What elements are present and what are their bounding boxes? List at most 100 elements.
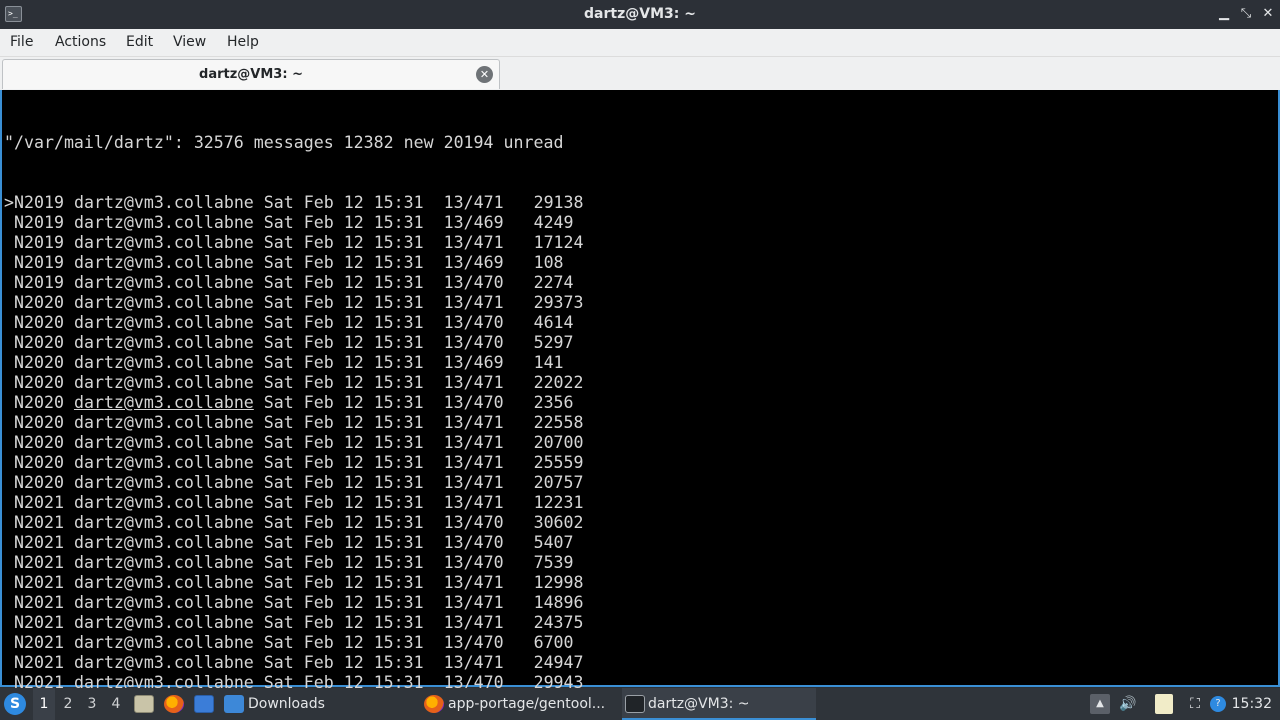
mail-row: N2019 dartz@vm3.collabne Sat Feb 12 15:3…: [4, 213, 584, 233]
minimize-button[interactable]: ▁: [1214, 4, 1234, 24]
row-size: 13/469: [443, 253, 504, 272]
maximize-button[interactable]: ⤡: [1236, 4, 1256, 24]
row-size: 13/471: [443, 573, 504, 592]
row-number: 2020: [24, 353, 64, 372]
workspace-2[interactable]: 2: [57, 688, 79, 720]
app-launcher-icon[interactable]: S: [4, 693, 26, 715]
task-firefox[interactable]: app-portage/gentool...: [424, 688, 614, 720]
row-number: 2019: [24, 193, 64, 212]
menu-actions[interactable]: Actions: [55, 34, 106, 50]
desktop-quicklaunch-icon[interactable]: [194, 695, 214, 713]
clipboard-icon[interactable]: [1155, 694, 1173, 714]
row-marker: [4, 313, 14, 332]
window-title: dartz@VM3: ~: [584, 6, 696, 22]
row-size: 13/470: [443, 393, 504, 412]
terminal-icon: [625, 695, 645, 713]
row-from: dartz@vm3.collabne: [73, 533, 254, 552]
row-number: 2019: [24, 233, 64, 252]
row-date: Sat Feb 12 15:31: [263, 253, 424, 272]
row-number: 2020: [24, 433, 64, 452]
row-subject: 4249: [533, 213, 574, 232]
row-from: dartz@vm3.collabne: [73, 553, 254, 572]
firefox-quicklaunch-icon[interactable]: [164, 695, 184, 713]
row-number: 2021: [24, 613, 64, 632]
row-status: N: [14, 433, 24, 452]
workspace-4[interactable]: 4: [105, 688, 127, 720]
workspace-1[interactable]: 1: [33, 688, 55, 720]
mail-row: N2019 dartz@vm3.collabne Sat Feb 12 15:3…: [4, 233, 584, 253]
menu-view[interactable]: View: [173, 34, 206, 50]
mail-row: N2021 dartz@vm3.collabne Sat Feb 12 15:3…: [4, 493, 584, 513]
file-manager-quicklaunch-icon[interactable]: [134, 695, 154, 713]
row-number: 2021: [24, 533, 64, 552]
mail-row: N2021 dartz@vm3.collabne Sat Feb 12 15:3…: [4, 553, 584, 573]
volume-icon[interactable]: 🔊: [1118, 694, 1138, 714]
row-marker: [4, 533, 14, 552]
menu-file[interactable]: File: [10, 34, 33, 50]
row-size: 13/471: [443, 593, 504, 612]
row-subject: 20700: [533, 433, 584, 452]
row-from: dartz@vm3.collabne: [73, 313, 254, 332]
row-date: Sat Feb 12 15:31: [263, 353, 424, 372]
row-status: N: [14, 513, 24, 532]
row-subject: 5407: [533, 533, 574, 552]
row-status: N: [14, 353, 24, 372]
row-size: 13/469: [443, 353, 504, 372]
clock[interactable]: 15:32: [1232, 688, 1272, 720]
row-subject: 4614: [533, 313, 574, 332]
row-status: N: [14, 213, 24, 232]
terminal-view[interactable]: "/var/mail/dartz": 32576 messages 12382 …: [0, 90, 1280, 720]
task-terminal[interactable]: dartz@VM3: ~: [622, 688, 816, 720]
row-size: 13/470: [443, 333, 504, 352]
row-number: 2021: [24, 633, 64, 652]
mail-row: N2021 dartz@vm3.collabne Sat Feb 12 15:3…: [4, 573, 584, 593]
row-number: 2021: [24, 493, 64, 512]
task-label: dartz@VM3: ~: [648, 696, 750, 712]
menu-bar: File Actions Edit View Help: [0, 29, 1280, 57]
terminal-tab[interactable]: dartz@VM3: ~ ✕: [2, 59, 500, 89]
tab-close-icon[interactable]: ✕: [476, 66, 493, 83]
row-status: N: [14, 593, 24, 612]
row-from: dartz@vm3.collabne: [73, 433, 254, 452]
row-date: Sat Feb 12 15:31: [263, 293, 424, 312]
row-subject: 7539: [533, 553, 574, 572]
tab-label: dartz@VM3: ~: [199, 67, 303, 82]
network-icon[interactable]: ⛶: [1185, 694, 1205, 714]
menu-help[interactable]: Help: [227, 34, 259, 50]
row-date: Sat Feb 12 15:31: [263, 513, 424, 532]
row-from: dartz@vm3.collabne: [73, 213, 254, 232]
close-window-button[interactable]: ✕: [1258, 4, 1278, 24]
window-titlebar[interactable]: >_ dartz@VM3: ~ ▁ ⤡ ✕: [0, 0, 1280, 29]
row-subject: 14896: [533, 593, 584, 612]
taskbar: S 1 2 3 4 Downloads app-portage/gentool.…: [0, 688, 1280, 720]
row-subject: 29138: [533, 193, 584, 212]
row-marker: [4, 433, 14, 452]
row-date: Sat Feb 12 15:31: [263, 613, 424, 632]
row-size: 13/470: [443, 513, 504, 532]
mail-row: N2021 dartz@vm3.collabne Sat Feb 12 15:3…: [4, 613, 584, 633]
row-number: 2020: [24, 333, 64, 352]
row-status: N: [14, 233, 24, 252]
row-subject: 22558: [533, 413, 584, 432]
updates-icon[interactable]: ?: [1210, 696, 1226, 712]
row-status: N: [14, 293, 24, 312]
row-date: Sat Feb 12 15:31: [263, 573, 424, 592]
row-from: dartz@vm3.collabne: [73, 273, 254, 292]
row-size: 13/471: [443, 473, 504, 492]
row-from: dartz@vm3.collabne: [73, 453, 254, 472]
mail-row: N2020 dartz@vm3.collabne Sat Feb 12 15:3…: [4, 473, 584, 493]
mail-row: N2020 dartz@vm3.collabne Sat Feb 12 15:3…: [4, 393, 584, 413]
mail-row: N2021 dartz@vm3.collabne Sat Feb 12 15:3…: [4, 633, 584, 653]
task-downloads[interactable]: Downloads: [224, 688, 414, 720]
row-subject: 141: [533, 353, 564, 372]
row-subject: 6700: [533, 633, 574, 652]
row-size: 13/471: [443, 433, 504, 452]
row-date: Sat Feb 12 15:31: [263, 473, 424, 492]
workspace-3[interactable]: 3: [81, 688, 103, 720]
row-from: dartz@vm3.collabne: [73, 293, 254, 312]
row-date: Sat Feb 12 15:31: [263, 493, 424, 512]
row-from: dartz@vm3.collabne: [73, 253, 254, 272]
menu-edit[interactable]: Edit: [126, 34, 153, 50]
row-subject: 12998: [533, 573, 584, 592]
tray-arrow-icon[interactable]: ▲: [1090, 694, 1110, 714]
